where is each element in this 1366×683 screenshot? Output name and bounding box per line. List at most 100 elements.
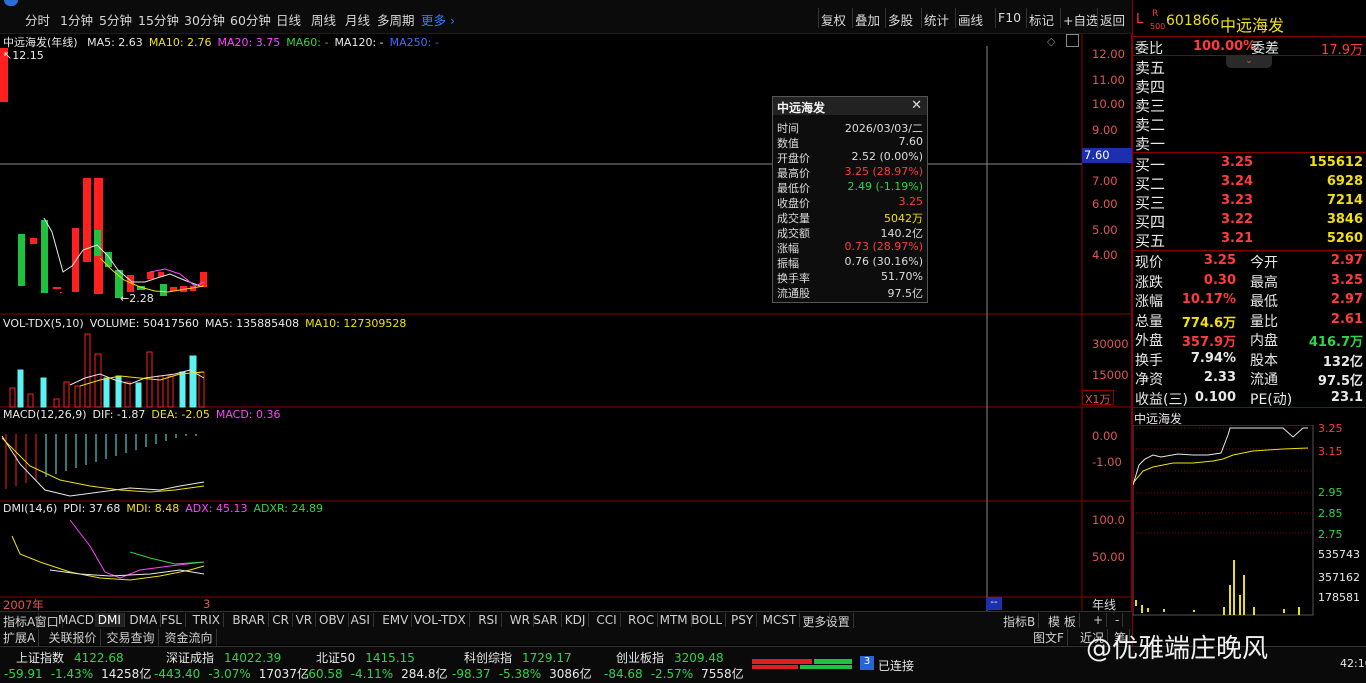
quote-row: 涨跌 0.30 最高 3.25	[1133, 272, 1366, 291]
market-index-2[interactable]: 北证50 1415.15	[316, 649, 415, 666]
indicator-tab-19[interactable]: ROC	[625, 613, 659, 627]
toolbar-btn-3[interactable]: 统计	[924, 10, 949, 29]
toolbar-btn-8[interactable]: 返回	[1100, 10, 1125, 29]
market-index-4[interactable]: 创业板指 3209.48	[616, 649, 724, 666]
indicator-tab-17[interactable]: KDJ	[562, 613, 590, 627]
popup-row: 最高价 3.25 (28.97%)	[773, 165, 927, 180]
period-tab-4[interactable]: 30分钟	[184, 10, 225, 29]
indicator-tab-21[interactable]: BOLL	[688, 613, 727, 627]
index-pct: -3.07%	[208, 667, 251, 681]
indicator-tab-6[interactable]: TRIX	[190, 613, 225, 627]
indicator-tab-20[interactable]: MTM	[657, 613, 692, 627]
indicator-tab-18[interactable]: CCI	[593, 613, 621, 627]
toolbar-btn-5[interactable]: F10	[998, 10, 1021, 25]
indicator-tab-11[interactable]: ASI	[348, 613, 374, 627]
extension-tab-3[interactable]: 资金流向	[162, 629, 217, 646]
bid-price: 3.24	[1221, 174, 1254, 189]
bid-level-4[interactable]: 买四 3.22 3846	[1133, 211, 1366, 231]
extension-tab-0[interactable]: 扩展A	[0, 629, 40, 646]
price-axis-1: 11.00	[1092, 73, 1125, 87]
bid-label: 买三	[1135, 194, 1166, 212]
candle	[41, 220, 48, 293]
side-tab-0[interactable]: 图文F	[1030, 629, 1068, 646]
bid-level-1[interactable]: 买一 3.25 155612	[1133, 154, 1366, 174]
bid-level-2[interactable]: 买二 3.24 6928	[1133, 173, 1366, 193]
popup-value: 2026/03/03/二	[844, 122, 923, 135]
mini-axis-label: 2.95	[1318, 486, 1343, 499]
template-tab-3[interactable]: -	[1112, 613, 1124, 627]
popup-value: 3.25 (28.97%)	[844, 165, 923, 178]
bid-level-5[interactable]: 买五 3.21 5260	[1133, 230, 1366, 250]
indicator-tab-7[interactable]: BRAR	[229, 613, 270, 627]
extension-tabbar: 扩展A关联报价交易查询资金流向图文F近况笔分势棒	[0, 628, 1194, 646]
bid-volume: 155612	[1308, 155, 1363, 170]
indicator-tab-23[interactable]: MCST	[760, 613, 801, 627]
diamond-icon[interactable]: ◇	[1047, 35, 1055, 48]
index-value: 3209.48	[674, 651, 724, 665]
indicator-tab-16[interactable]: SAR	[530, 613, 562, 627]
bid-level-3[interactable]: 买三 3.23 7214	[1133, 192, 1366, 212]
popup-value: 2.52 (0.00%)	[851, 150, 923, 163]
indicator-tab-10[interactable]: OBV	[316, 613, 349, 627]
period-tab-6[interactable]: 日线	[276, 10, 301, 29]
quote-label: 换手	[1135, 352, 1163, 369]
popup-key: 流通股	[777, 287, 810, 300]
popup-row: 成交量 5042万	[773, 210, 927, 225]
bid-volume: 6928	[1326, 174, 1363, 189]
volume-bar	[179, 371, 186, 408]
mini-volume-bar	[1243, 575, 1245, 615]
indicator-tab-14[interactable]: RSI	[475, 613, 502, 627]
period-tab-9[interactable]: 多周期	[377, 10, 415, 29]
index-pct: -1.43%	[50, 667, 94, 681]
period-tab-1[interactable]: 1分钟	[60, 10, 93, 29]
toolbar-btn-1[interactable]: 叠加	[855, 10, 880, 29]
period-tab-3[interactable]: 15分钟	[138, 10, 179, 29]
extension-tab-1[interactable]: 关联报价	[46, 629, 101, 646]
indicator-tab-5[interactable]: FSL	[158, 613, 186, 627]
stock-period-title: 中远海发(年线)	[3, 36, 78, 49]
indicator-tab-22[interactable]: PSY	[728, 613, 758, 627]
indicator-tab-2[interactable]: MACD	[55, 613, 98, 627]
index-amount: 14258亿	[101, 667, 152, 681]
popup-row: 最低价 2.49 (-1.19%)	[773, 180, 927, 195]
toolbar-btn-6[interactable]: 标记	[1029, 10, 1054, 29]
mini-volume-bar	[1229, 585, 1231, 615]
index-name: 创业板指	[616, 651, 665, 665]
volume-bar	[189, 355, 197, 408]
indicator-tab-9[interactable]: VR	[293, 613, 317, 627]
toolbar-btn-0[interactable]: 复权	[821, 10, 846, 29]
toolbar-btn-7[interactable]: +自选	[1063, 10, 1098, 29]
extension-tab-2[interactable]: 交易查询	[104, 629, 159, 646]
market-index-3[interactable]: 科创综指 1729.17	[464, 649, 572, 666]
market-index-1[interactable]: 深证成指 14022.39	[166, 649, 281, 666]
stock-name: 中远海发	[1220, 16, 1285, 35]
restore-pane-icon[interactable]	[1066, 34, 1079, 47]
period-tab-5[interactable]: 60分钟	[230, 10, 271, 29]
toolbar-btn-4[interactable]: 画线	[958, 10, 983, 29]
template-tab-2[interactable]: +	[1090, 613, 1108, 627]
indicator-tab-12[interactable]: EMV	[379, 613, 413, 627]
quote-label: 最低	[1250, 294, 1278, 310]
period-tab-8[interactable]: 月线	[345, 10, 370, 29]
more-periods-button[interactable]: 更多 ›	[421, 10, 455, 29]
indicator-tab-13[interactable]: VOL-TDX	[411, 613, 470, 627]
volume-bar	[63, 381, 70, 408]
mini-axis-label: 2.85	[1318, 507, 1343, 520]
market-index-0[interactable]: 上证指数 4122.68	[16, 649, 124, 666]
period-tab-0[interactable]: 分时	[25, 10, 50, 29]
quote-label: 净资	[1135, 372, 1163, 388]
index-change: -443.40	[154, 667, 201, 681]
toolbar-btn-2[interactable]: 多股	[888, 10, 913, 29]
indicator-tab-4[interactable]: DMA	[126, 613, 162, 627]
period-tab-2[interactable]: 5分钟	[99, 10, 132, 29]
kline-detail-popup: 中远海发 ✕ 时间 2026/03/03/二 数值 7.60 开盘价 2.52 (0.00…	[772, 96, 928, 303]
close-icon[interactable]: ✕	[911, 98, 922, 113]
period-tab-7[interactable]: 周线	[311, 10, 336, 29]
indicator-tab-8[interactable]: CR	[269, 613, 293, 627]
indicator-tab-3[interactable]: DMI	[94, 613, 125, 627]
ask-level-3: 卖三	[1135, 97, 1166, 115]
mini-axis-label: 535743	[1318, 548, 1360, 561]
quote-value: 3.25	[1203, 253, 1236, 268]
price-axis-6: 5.00	[1092, 223, 1118, 237]
quote-label: 股本	[1250, 352, 1278, 369]
